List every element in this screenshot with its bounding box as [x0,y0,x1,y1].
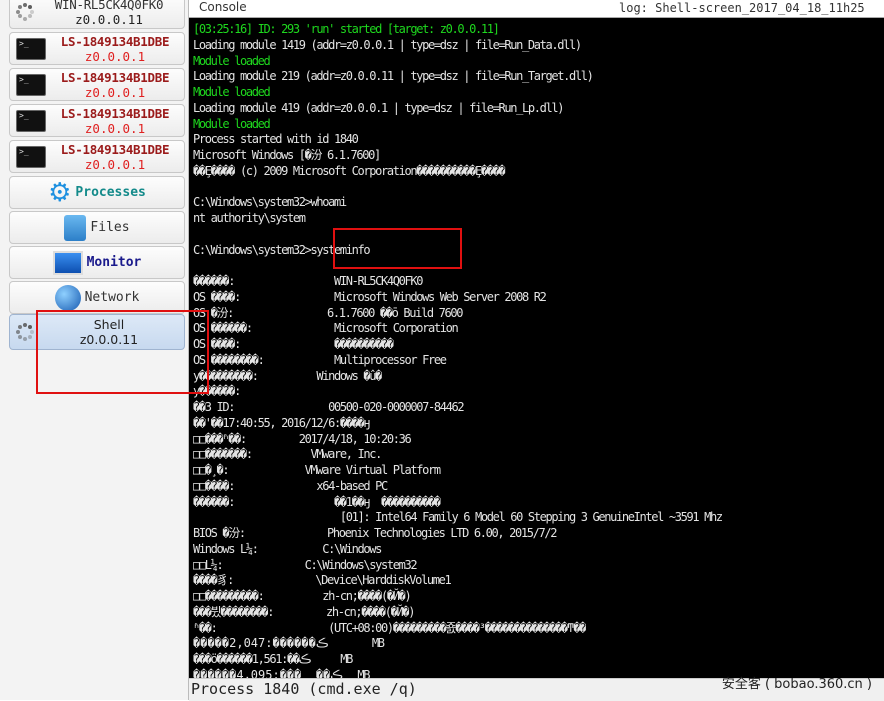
console-line: OS ������: Microsoft Corporation [193,321,459,336]
console-line: □□���ʱ��: 2017/4/18, 10:20:36 [193,431,412,446]
nav-label: Processes [75,185,146,200]
console-line: Windows L¼: C:\Windows [193,541,382,556]
console-line: ���뷨��������: zh-cn;����(�Й�) [193,604,416,619]
host-name: LS-1849134B1DBE [60,69,170,85]
console-line: □□�¸�: VMware Virtual Platform [193,463,441,477]
nav-monitor[interactable]: Monitor [9,246,185,279]
console-line: ������: ��1��ӈ ���������� [193,494,441,509]
console-line: Microsoft Windows [�汾 6.1.7600] [193,148,381,162]
console-line: C:\Windows\system32>whoami [193,195,347,210]
console-line: ʱ��: (UTC+08:00)���������죬����³���������… [193,620,586,635]
console-line: Loading module 419 (addr=z0.0.0.1 | type… [193,100,564,115]
console-line: □□���������: zh-cn;����(�Й�) [193,589,412,603]
console-line: �����2,047:������ڪ MB [193,636,385,651]
host-item-win[interactable]: WIN-RL5CK4Q0FK0 z0.0.0.11 [9,0,185,29]
gear-icon: ⚙ [48,177,72,208]
console-line: OS ����: Microsoft Windows Web Server 20… [193,289,547,304]
console-line: □□�������: VMware, Inc. [193,447,382,462]
host-addr: z0.0.0.1 [84,156,146,172]
console-line: Process started with id 1840 [193,132,359,147]
console-line: □□����: x64-based PC [193,478,388,493]
console-line: BIOS �汾: Phoenix Technologies LTD 6.00, … [193,526,557,540]
file-cabinet-icon [64,214,87,241]
host-name: LS-1849134B1DBE [60,141,170,157]
console-line: Module loaded [193,53,271,68]
console-line: [01]: Intel64 Family 6 Model 60 Stepping… [193,510,723,525]
host-addr: z0.0.0.11 [75,11,143,27]
host-item-ls-4[interactable]: >_ LS-1849134B1DBE z0.0.0.1 [9,140,185,173]
console-header: Console log: Shell-screen_2017_04_18_11h… [189,0,884,18]
annotation-box-shell [36,310,209,394]
nav-label: Network [84,290,140,305]
spinner-icon [16,2,34,21]
host-item-ls-3[interactable]: >_ LS-1849134B1DBE z0.0.0.1 [9,104,185,137]
host-item-ls-2[interactable]: >_ LS-1849134B1DBE z0.0.0.1 [9,68,185,101]
monitor-icon [52,250,83,275]
annotation-box-systeminfo [333,228,462,269]
console-line: nt authority\system [193,211,306,225]
console-line: Module loaded [193,85,271,99]
console-line: ���ö������1,561:��ڪ MB [193,652,353,666]
nav-label: Files [90,220,130,235]
console-tab[interactable]: Console [199,0,247,14]
console-line: ��3 ID: 00500-020-0000007-84462 [193,400,465,414]
nav-files[interactable]: Files [9,211,185,244]
console-line: ��Ȩ���� (c) 2009 Microsoft Corporation��… [193,163,506,178]
console-line: OS ��������: Multiprocessor Free [193,352,447,367]
console-line: ����豸: \Device\HarddiskVolume1 [193,573,452,588]
terminal-icon: >_ [16,73,46,96]
console-output[interactable]: [03:25:16] ID: 293 'run' started [target… [189,18,884,678]
host-addr: z0.0.0.1 [84,48,146,64]
console-line: y���������: Windows �û� [193,368,382,383]
nav-label: Monitor [86,255,142,270]
host-addr: z0.0.0.1 [84,84,146,100]
terminal-icon: >_ [16,109,46,132]
host-name: LS-1849134B1DBE [60,105,170,121]
console-line: □□L¼: C:\Windows\system32 [193,557,418,572]
console-line: ��'��17:40:55, 2016/12/6:����ӈ [193,415,371,430]
terminal-icon: >_ [16,145,46,168]
terminal-icon: >_ [16,37,46,60]
process-status: Process 1840 (cmd.exe /q) [191,680,417,698]
host-item-ls-1[interactable]: >_ LS-1849134B1DBE z0.0.0.1 [9,32,185,65]
console-line: OS �汾: 6.1.7600 ��ō Build 7600 [193,305,463,320]
console-line: Module loaded [193,116,271,131]
host-name: WIN-RL5CK4Q0FK0 [54,0,164,12]
console-line: Loading module 1419 (addr=z0.0.0.1 | typ… [193,37,582,52]
watermark: 安全客 ( bobao.360.cn ) [721,677,872,692]
log-filename: log: Shell-screen_2017_04_18_11h25 [619,1,865,15]
host-addr: z0.0.0.1 [84,120,146,136]
nav-processes[interactable]: ⚙ Processes [9,176,185,209]
console-line: [03:25:16] ID: 293 'run' started [target… [193,22,500,36]
status-bar: Process 1840 (cmd.exe /q) 安全客 ( bobao.36… [189,677,884,701]
spinner-icon [16,323,34,341]
console-line: ������4,095:��� ��ڪ MB [193,667,370,678]
console-line: ������: WIN-RL5CK4Q0FK0 [193,274,423,288]
globe-icon [54,284,81,311]
console-line: Loading module 219 (addr=z0.0.0.11 | typ… [193,69,594,84]
console-line: OS ����: ���������� [193,337,394,351]
host-name: LS-1849134B1DBE [60,33,170,49]
